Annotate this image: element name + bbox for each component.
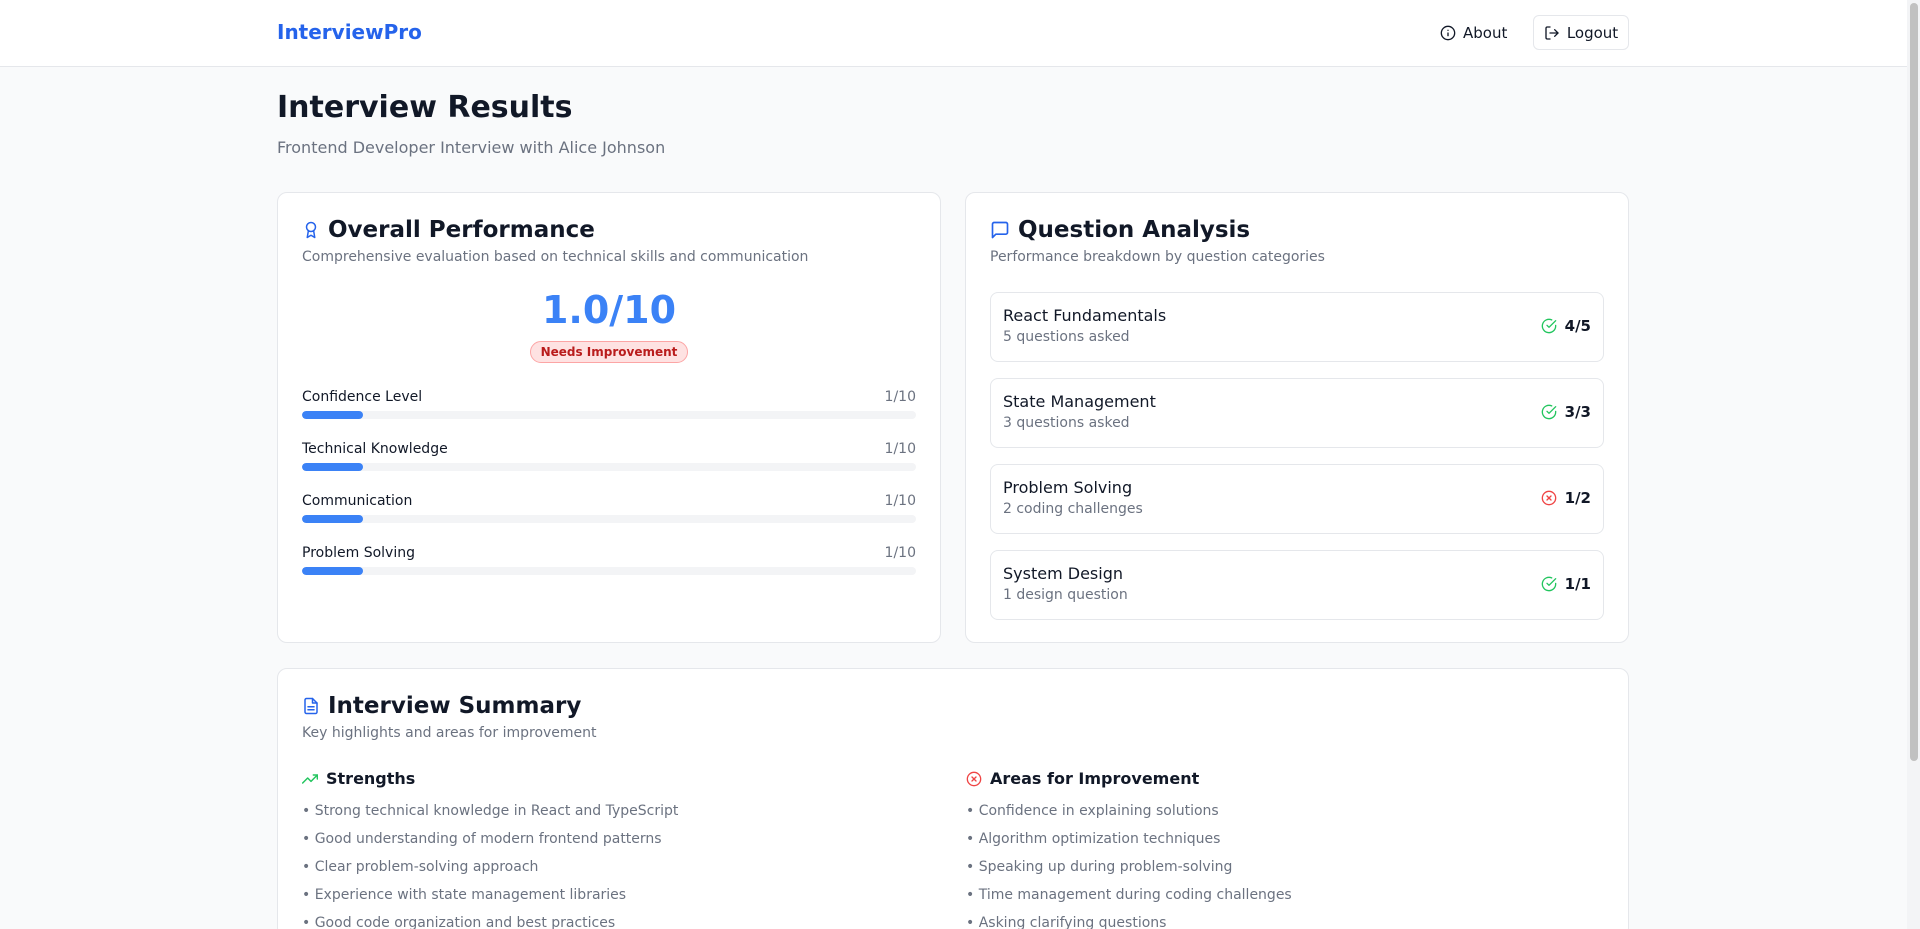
metric-progress-fill	[302, 515, 364, 523]
interview-summary-title: Interview Summary	[328, 693, 582, 719]
question-category-item: State Management 3 questions asked 3/3	[990, 378, 1604, 448]
metric-label: Confidence Level	[302, 389, 423, 405]
category-score: 3/3	[1541, 403, 1591, 421]
list-item: • Asking clarifying questions	[966, 915, 1167, 929]
metric-value: 1/10	[884, 389, 916, 405]
category-score-value: 3/3	[1564, 403, 1591, 421]
award-icon	[302, 220, 320, 240]
page-subtitle: Frontend Developer Interview with Alice …	[277, 138, 666, 157]
category-name: Problem Solving	[1003, 478, 1133, 497]
category-score: 1/2	[1541, 489, 1591, 507]
page-title: Interview Results	[277, 90, 573, 125]
overall-performance-heading: Overall Performance	[302, 217, 595, 243]
question-analysis-card: Question Analysis Performance breakdown …	[965, 192, 1629, 643]
top-navbar: InterviewPro About Logout	[0, 0, 1907, 67]
check-circle-icon	[1541, 318, 1557, 334]
metric-progress-track	[302, 463, 916, 471]
metric-progress-fill	[302, 411, 364, 419]
strengths-list: • Strong technical knowledge in React an…	[302, 803, 678, 929]
improvements-heading: Areas for Improvement	[966, 769, 1199, 788]
question-analysis-heading: Question Analysis	[990, 217, 1250, 243]
logout-icon	[1544, 25, 1560, 41]
strengths-heading: Strengths	[302, 769, 415, 788]
metric-problem-solving: Problem Solving 1/10	[302, 545, 916, 585]
category-detail: 5 questions asked	[1003, 329, 1130, 345]
question-category-item: React Fundamentals 5 questions asked 4/5	[990, 292, 1604, 362]
improvements-list: • Confidence in explaining solutions • A…	[966, 803, 1292, 929]
metric-confidence: Confidence Level 1/10	[302, 389, 916, 429]
check-circle-icon	[1541, 404, 1557, 420]
list-item: • Good code organization and best practi…	[302, 915, 616, 929]
metric-technical-knowledge: Technical Knowledge 1/10	[302, 441, 916, 481]
metric-progress-track	[302, 515, 916, 523]
metric-value: 1/10	[884, 441, 916, 457]
scrollbar-thumb[interactable]	[1910, 3, 1918, 761]
improvements-title: Areas for Improvement	[990, 769, 1200, 788]
category-detail: 2 coding challenges	[1003, 501, 1143, 517]
logout-label: Logout	[1566, 23, 1619, 42]
about-label: About	[1463, 24, 1508, 42]
interview-summary-card: Interview Summary Key highlights and are…	[277, 668, 1629, 929]
metric-label: Technical Knowledge	[302, 441, 448, 457]
question-analysis-title: Question Analysis	[1018, 217, 1251, 243]
category-name: System Design	[1003, 564, 1123, 583]
list-item: • Experience with state management libra…	[302, 887, 627, 903]
category-detail: 1 design question	[1003, 587, 1128, 603]
message-square-icon	[990, 220, 1010, 240]
rating-badge: Needs Improvement	[529, 341, 689, 363]
list-item: • Confidence in explaining solutions	[966, 803, 1219, 819]
rating-badge-wrapper: Needs Improvement	[278, 341, 940, 363]
metric-label: Communication	[302, 493, 413, 509]
question-analysis-description: Performance breakdown by question catego…	[990, 249, 1325, 265]
info-icon	[1440, 25, 1456, 41]
list-item: • Strong technical knowledge in React an…	[302, 803, 679, 819]
category-score: 4/5	[1541, 317, 1591, 335]
metric-progress-fill	[302, 463, 364, 471]
check-circle-icon	[1541, 576, 1557, 592]
metric-value: 1/10	[884, 545, 916, 561]
logout-button[interactable]: Logout	[1533, 15, 1629, 50]
metric-progress-track	[302, 567, 916, 575]
file-text-icon	[302, 696, 320, 716]
list-item: • Clear problem-solving approach	[302, 859, 539, 875]
list-item: • Algorithm optimization techniques	[966, 831, 1221, 847]
strengths-title: Strengths	[326, 769, 416, 788]
category-score-value: 1/2	[1564, 489, 1591, 507]
category-name: State Management	[1003, 392, 1156, 411]
metric-value: 1/10	[884, 493, 916, 509]
interview-summary-heading: Interview Summary	[302, 693, 581, 719]
trending-up-icon	[302, 771, 318, 787]
metric-label: Problem Solving	[302, 545, 415, 561]
list-item: • Time management during coding challeng…	[966, 887, 1292, 903]
category-detail: 3 questions asked	[1003, 415, 1130, 431]
x-circle-icon	[1541, 490, 1557, 506]
list-item: • Good understanding of modern frontend …	[302, 831, 662, 847]
page-scrollbar[interactable]	[1907, 0, 1920, 929]
category-score-value: 4/5	[1564, 317, 1591, 335]
metric-progress-fill	[302, 567, 364, 575]
category-score-value: 1/1	[1564, 575, 1591, 593]
overall-score: 1.0/10	[541, 288, 677, 332]
brand-logo[interactable]: InterviewPro	[277, 20, 422, 44]
overall-performance-card: Overall Performance Comprehensive evalua…	[277, 192, 941, 643]
x-circle-icon	[966, 771, 982, 787]
metric-communication: Communication 1/10	[302, 493, 916, 533]
overall-performance-description: Comprehensive evaluation based on techni…	[302, 249, 809, 265]
about-link[interactable]: About	[1440, 20, 1507, 46]
list-item: • Speaking up during problem-solving	[966, 859, 1233, 875]
question-category-item: System Design 1 design question 1/1	[990, 550, 1604, 620]
category-name: React Fundamentals	[1003, 306, 1167, 325]
category-score: 1/1	[1541, 575, 1591, 593]
metric-progress-track	[302, 411, 916, 419]
question-category-item: Problem Solving 2 coding challenges 1/2	[990, 464, 1604, 534]
interview-summary-description: Key highlights and areas for improvement	[302, 725, 597, 741]
overall-performance-title: Overall Performance	[328, 217, 595, 243]
